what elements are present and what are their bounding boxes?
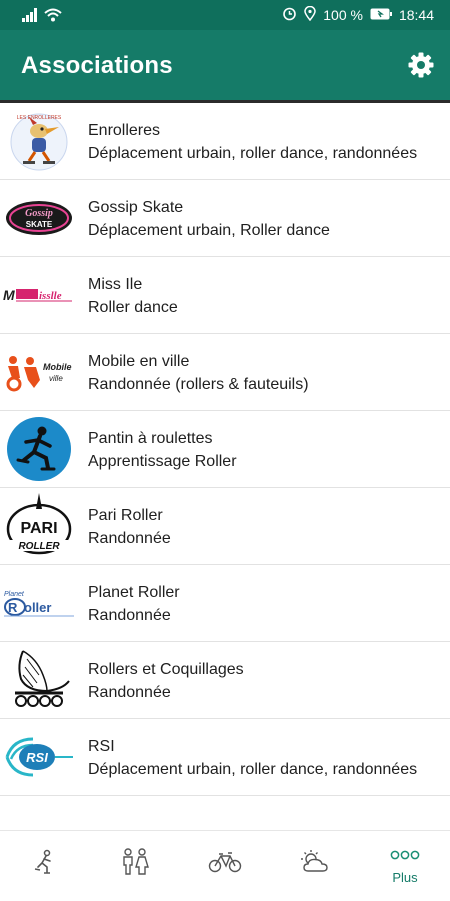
bottom-navigation: Plus xyxy=(0,830,450,901)
rollers-coquillages-logo xyxy=(2,648,76,712)
people-icon xyxy=(120,847,150,881)
association-description: Déplacement urbain, Roller dance xyxy=(88,222,330,239)
battery-percent: 100 % xyxy=(323,7,363,23)
nav-item-weather[interactable] xyxy=(270,831,360,901)
svg-text:RSI: RSI xyxy=(26,750,48,765)
svg-text:Mobile: Mobile xyxy=(43,362,72,372)
association-description: Randonnée xyxy=(88,530,171,547)
list-item[interactable]: Mobile ville Mobile en ville Randonnée (… xyxy=(0,334,450,411)
list-item[interactable]: Pantin à roulettes Apprentissage Roller xyxy=(0,411,450,488)
list-item[interactable]: Rollers et Coquillages Randonnée xyxy=(0,642,450,719)
pantin-logo xyxy=(2,417,76,481)
battery-icon xyxy=(370,7,392,23)
association-description: Randonnée xyxy=(88,684,171,701)
association-name: Planet Roller xyxy=(88,584,180,601)
svg-text:Planet: Planet xyxy=(4,591,25,598)
nav-item-skating[interactable] xyxy=(0,831,90,901)
association-description: Déplacement urbain, roller dance, randon… xyxy=(88,145,418,162)
nav-item-more[interactable]: Plus xyxy=(360,831,450,901)
list-item[interactable]: LES ENROLLERES Enrolleres Déplacement ur… xyxy=(0,103,450,180)
rsi-logo: RSI xyxy=(2,725,76,789)
alarm-icon xyxy=(282,6,297,24)
enrolleres-logo: LES ENROLLERES xyxy=(2,109,76,173)
svg-text:ville: ville xyxy=(49,374,63,383)
wifi-icon xyxy=(44,8,62,25)
gossip-skate-logo: Gossip SKATE xyxy=(2,186,76,250)
svg-text:R: R xyxy=(8,600,18,615)
weather-icon xyxy=(299,849,331,880)
list-item[interactable]: Gossip SKATE Gossip Skate Déplacement ur… xyxy=(0,180,450,257)
pari-roller-logo: PARI ROLLER xyxy=(2,493,76,558)
svg-text:LES ENROLLERES: LES ENROLLERES xyxy=(17,115,62,121)
nav-item-bikes[interactable] xyxy=(180,831,270,901)
svg-text:Gossip: Gossip xyxy=(25,208,53,219)
signal-icon xyxy=(22,8,38,25)
mobile-en-ville-logo: Mobile ville xyxy=(2,340,76,404)
list-item[interactable]: Planet R oller Planet Roller Randonnée xyxy=(0,565,450,642)
association-description: Roller dance xyxy=(88,299,178,316)
skater-icon xyxy=(32,849,58,880)
more-icon xyxy=(389,848,421,866)
association-description: Randonnée (rollers & fauteuils) xyxy=(88,376,309,393)
nav-label-more: Plus xyxy=(392,869,418,885)
app-bar: Associations xyxy=(0,30,450,100)
association-description: Randonnée xyxy=(88,607,171,624)
settings-button[interactable] xyxy=(406,50,436,80)
clock-time: 18:44 xyxy=(398,7,434,23)
association-name: Rollers et Coquillages xyxy=(88,661,244,678)
status-bar: 100 % 18:44 xyxy=(0,0,450,30)
planet-roller-logo: Planet R oller xyxy=(2,571,76,635)
association-name: Enrolleres xyxy=(88,122,161,139)
association-description: Déplacement urbain, roller dance, randon… xyxy=(88,761,418,778)
association-description: Apprentissage Roller xyxy=(88,453,237,470)
association-name: RSI xyxy=(88,738,115,755)
svg-text:ROLLER: ROLLER xyxy=(18,541,60,552)
associations-list: LES ENROLLERES Enrolleres Déplacement ur… xyxy=(0,103,450,796)
association-name: Mobile en ville xyxy=(88,353,190,370)
svg-text:SKATE: SKATE xyxy=(26,220,53,229)
svg-text:PARI: PARI xyxy=(20,520,57,537)
association-name: Pari Roller xyxy=(88,507,163,524)
list-item[interactable]: PARI ROLLER Pari Roller Randonnée xyxy=(0,488,450,565)
list-item[interactable]: RSI RSI Déplacement urbain, roller dance… xyxy=(0,719,450,796)
location-icon xyxy=(304,5,317,24)
page-title: Associations xyxy=(21,52,173,79)
association-name: Pantin à roulettes xyxy=(88,430,213,447)
miss-ile-logo: M isslle xyxy=(2,263,76,327)
association-name: Miss Ile xyxy=(88,276,143,293)
gear-icon xyxy=(406,52,436,84)
svg-text:M: M xyxy=(3,287,15,303)
association-name: Gossip Skate xyxy=(88,199,184,216)
bikes-icon xyxy=(208,850,242,879)
svg-text:isslle: isslle xyxy=(39,290,62,302)
svg-text:oller: oller xyxy=(24,600,51,615)
list-item[interactable]: M isslle Miss Ile Roller dance xyxy=(0,257,450,334)
nav-item-associations[interactable] xyxy=(90,831,180,901)
